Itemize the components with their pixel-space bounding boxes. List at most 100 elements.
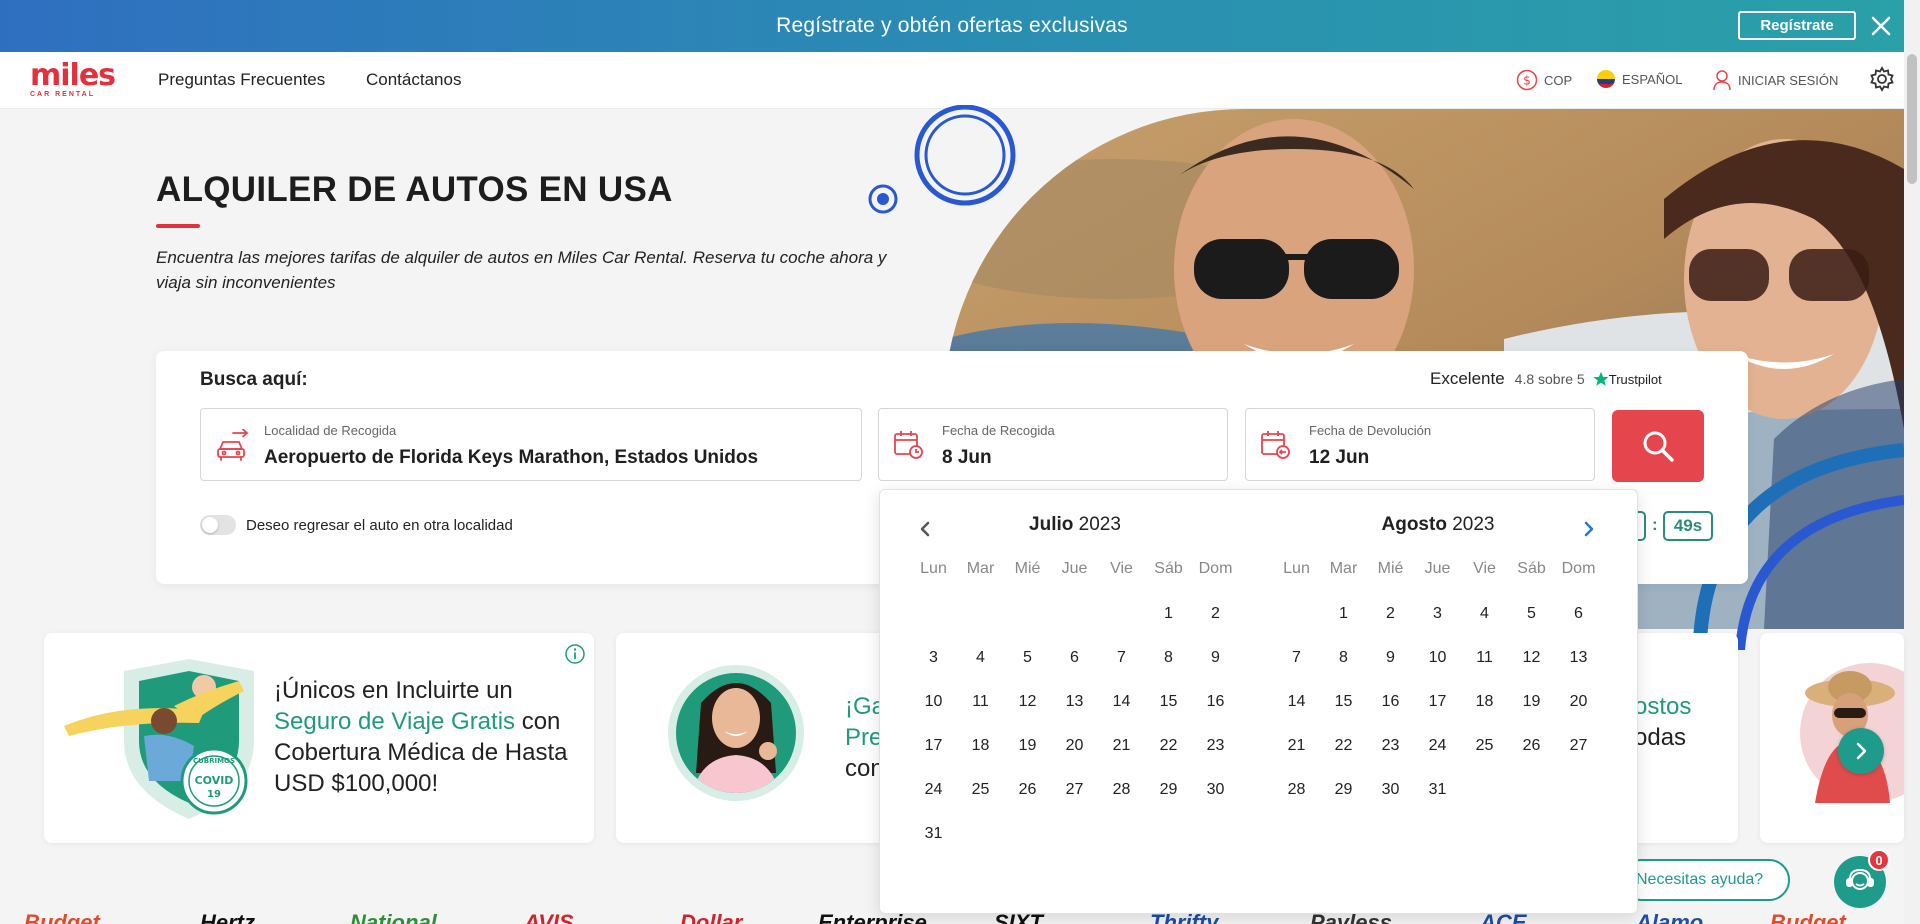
page-scrollbar[interactable] <box>1904 0 1920 924</box>
calendar-day[interactable]: 25 <box>957 778 1004 822</box>
calendar-day[interactable]: 14 <box>1273 690 1320 734</box>
calendar-day[interactable]: 29 <box>1320 778 1367 822</box>
pickup-date-field[interactable]: Fecha de Recogida 8 Jun <box>878 408 1228 481</box>
calendar-empty-cell <box>957 602 1004 646</box>
calendar-day[interactable]: 31 <box>910 822 957 866</box>
calendar-day[interactable]: 6 <box>1555 602 1602 646</box>
calendar-day[interactable]: 30 <box>1192 778 1239 822</box>
brand-logo: Budget <box>1770 910 1846 924</box>
badge-top-text: CUBRIMOS <box>193 757 235 765</box>
main-nav: miles CAR RENTAL Preguntas Frecuentes Co… <box>0 52 1904 109</box>
calendar-day[interactable]: 21 <box>1273 734 1320 778</box>
scrollbar-thumb[interactable] <box>1907 54 1917 184</box>
search-button[interactable] <box>1612 410 1704 482</box>
calendar-day[interactable]: 26 <box>1508 734 1555 778</box>
calendar-day[interactable]: 11 <box>957 690 1004 734</box>
login-link[interactable]: INICIAR SESIÓN <box>1712 69 1838 91</box>
calendar-day[interactable]: 5 <box>1004 646 1051 690</box>
info-icon[interactable] <box>564 643 586 665</box>
calendar-day[interactable]: 25 <box>1461 734 1508 778</box>
calendar-day[interactable]: 27 <box>1555 734 1602 778</box>
calendar-day[interactable]: 1 <box>1145 602 1192 646</box>
calendar-day[interactable]: 7 <box>1098 646 1145 690</box>
calendar-day[interactable]: 8 <box>1320 646 1367 690</box>
calendar-day[interactable]: 15 <box>1320 690 1367 734</box>
calendar-day[interactable]: 6 <box>1051 646 1098 690</box>
calendar-day[interactable]: 17 <box>1414 690 1461 734</box>
weekday-label: Lun <box>920 560 947 577</box>
return-other-location-label: Deseo regresar el auto en otra localidad <box>246 516 513 534</box>
gear-icon[interactable] <box>1868 65 1896 98</box>
calendar-day[interactable]: 3 <box>910 646 957 690</box>
carousel-next-button[interactable] <box>1838 728 1884 774</box>
calendar-day[interactable]: 2 <box>1367 602 1414 646</box>
calendar-day[interactable]: 16 <box>1192 690 1239 734</box>
calendar-day[interactable]: 23 <box>1367 734 1414 778</box>
pickup-location-field[interactable]: Localidad de Recogida Aeropuerto de Flor… <box>200 408 862 481</box>
calendar-day[interactable]: 1 <box>1320 602 1367 646</box>
calendar-day[interactable]: 14 <box>1098 690 1145 734</box>
svg-text:$: $ <box>1523 74 1531 88</box>
nav-link-faq[interactable]: Preguntas Frecuentes <box>158 70 325 90</box>
calendar-day[interactable]: 4 <box>1461 602 1508 646</box>
calendar-day[interactable]: 10 <box>1414 646 1461 690</box>
promo-card-beach[interactable] <box>1760 633 1904 843</box>
close-icon[interactable] <box>1866 11 1896 41</box>
calendar-day[interactable]: 12 <box>1004 690 1051 734</box>
calendar-day[interactable]: 9 <box>1192 646 1239 690</box>
calendar-day[interactable]: 22 <box>1145 734 1192 778</box>
calendar-day[interactable]: 26 <box>1004 778 1051 822</box>
month-year: 2023 <box>1452 514 1495 535</box>
calendar-day[interactable]: 15 <box>1145 690 1192 734</box>
return-date-field[interactable]: Fecha de Devolución 12 Jun <box>1245 408 1595 481</box>
calendar-day[interactable]: 5 <box>1508 602 1555 646</box>
calendar-day[interactable]: 11 <box>1461 646 1508 690</box>
dollar-icon: $ <box>1516 69 1538 91</box>
language-selector[interactable]: ESPAÑOL <box>1596 69 1682 89</box>
calendar-day[interactable]: 10 <box>910 690 957 734</box>
calendar-day[interactable]: 28 <box>1098 778 1145 822</box>
decorative-rings <box>910 104 1020 215</box>
calendar-day[interactable]: 31 <box>1414 778 1461 822</box>
calendar-day[interactable]: 16 <box>1367 690 1414 734</box>
promo-card-insurance[interactable]: CUBRIMOS COVID 19 ¡Únicos en Incluirte u… <box>44 633 594 843</box>
currency-selector[interactable]: $ COP <box>1516 69 1572 91</box>
register-button[interactable]: Regístrate <box>1738 11 1856 40</box>
calendar-day[interactable]: 29 <box>1145 778 1192 822</box>
trustpilot-rating[interactable]: Excelente 4.8 sobre 5 Trustpilot <box>1430 369 1662 389</box>
calendar-month-july: Julio 2023 Lun Mar Mié Jue Vie Sáb Dom 1234567… <box>910 514 1240 866</box>
calendar-day[interactable]: 12 <box>1508 646 1555 690</box>
calendar-day[interactable]: 20 <box>1051 734 1098 778</box>
calendar-day[interactable]: 3 <box>1414 602 1461 646</box>
costs-text-line2: odas <box>1634 724 1687 751</box>
calendar-day[interactable]: 24 <box>910 778 957 822</box>
calendar-day[interactable]: 22 <box>1320 734 1367 778</box>
weekday-label: Dom <box>1561 560 1596 577</box>
calendar-day[interactable]: 13 <box>1051 690 1098 734</box>
calendar-day[interactable]: 21 <box>1098 734 1145 778</box>
calendar-day[interactable]: 28 <box>1273 778 1320 822</box>
miles-logo[interactable]: miles CAR RENTAL <box>30 61 116 102</box>
calendar-day[interactable]: 30 <box>1367 778 1414 822</box>
calendar-day[interactable]: 19 <box>1508 690 1555 734</box>
search-icon <box>1643 431 1674 462</box>
calendar-day[interactable]: 9 <box>1367 646 1414 690</box>
calendar-day[interactable]: 2 <box>1192 602 1239 646</box>
calendar-day[interactable]: 8 <box>1145 646 1192 690</box>
brand-logo: Hertz <box>200 910 256 924</box>
calendar-day[interactable]: 13 <box>1555 646 1602 690</box>
calendar-day[interactable]: 23 <box>1192 734 1239 778</box>
help-chat-pill[interactable]: Necesitas ayuda? <box>1620 859 1790 901</box>
calendar-day[interactable]: 18 <box>1461 690 1508 734</box>
calendar-day[interactable]: 4 <box>957 646 1004 690</box>
return-other-location-toggle[interactable] <box>200 515 236 535</box>
calendar-day[interactable]: 27 <box>1051 778 1098 822</box>
weekday-label: Mar <box>966 560 995 577</box>
calendar-day[interactable]: 17 <box>910 734 957 778</box>
calendar-day[interactable]: 18 <box>957 734 1004 778</box>
nav-link-contact[interactable]: Contáctanos <box>366 70 461 90</box>
calendar-day[interactable]: 19 <box>1004 734 1051 778</box>
calendar-day[interactable]: 7 <box>1273 646 1320 690</box>
calendar-day[interactable]: 24 <box>1414 734 1461 778</box>
calendar-day[interactable]: 20 <box>1555 690 1602 734</box>
